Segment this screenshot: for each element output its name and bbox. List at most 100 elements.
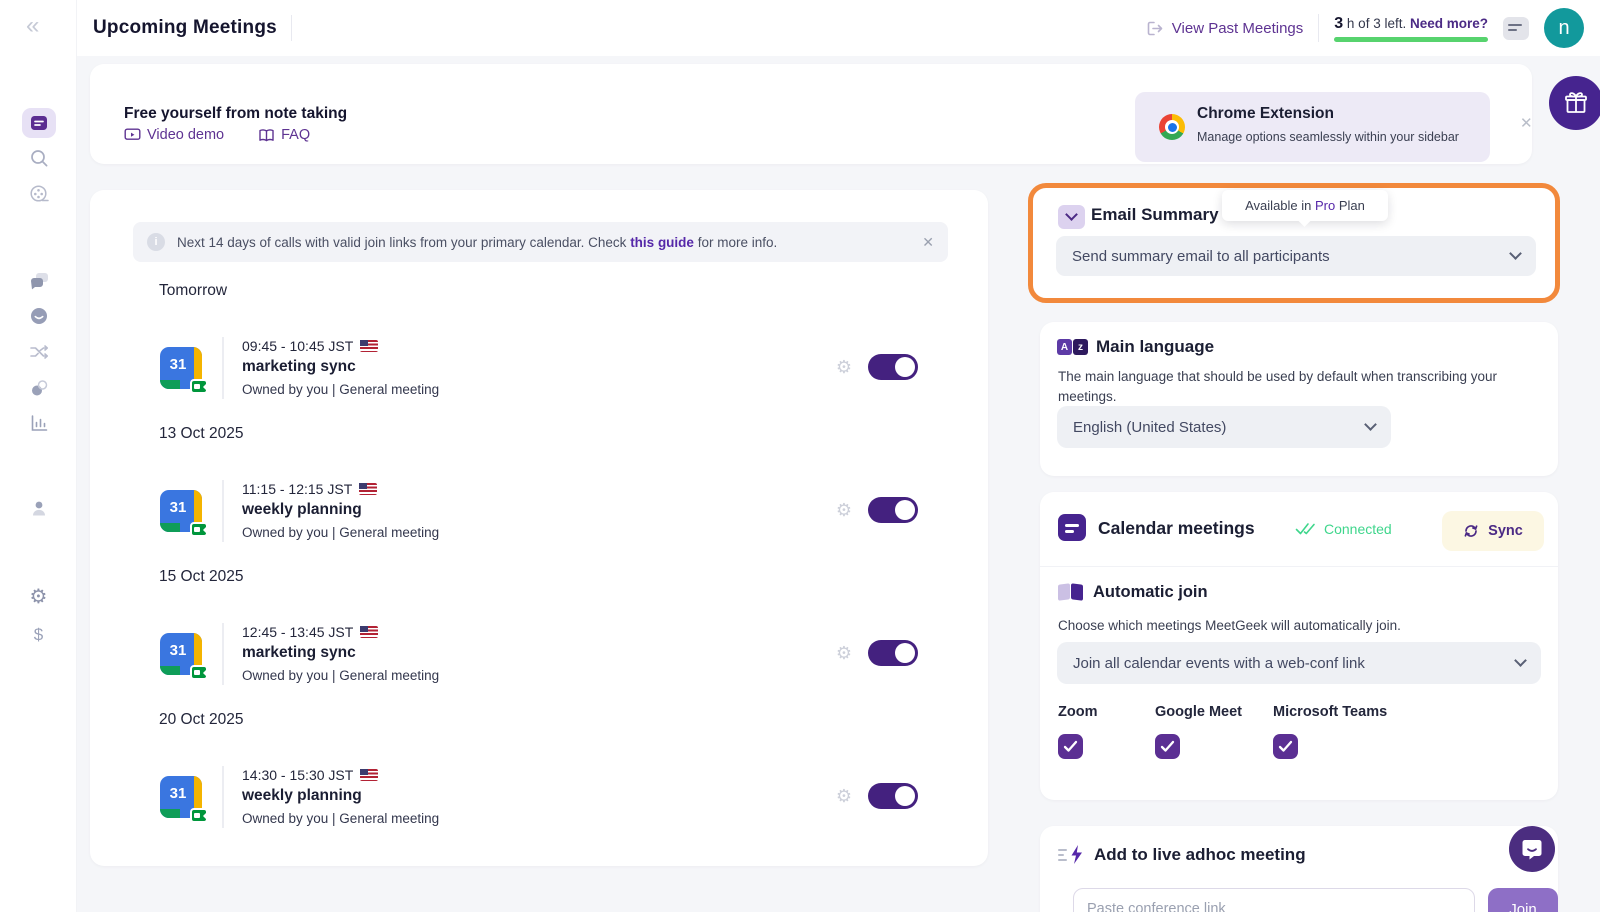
meeting-groups: Tomorrow 31 09:45 - 10:45 JST marketing …: [90, 270, 988, 828]
chat-bubbles-icon: [28, 270, 50, 292]
toggle-knob: [895, 500, 915, 520]
translate-icon: Az: [1057, 338, 1088, 356]
sidebar-item-billing[interactable]: $: [0, 625, 77, 645]
sidebar-item-search[interactable]: [0, 147, 77, 169]
meeting-settings-gear-icon[interactable]: ⚙: [836, 357, 852, 378]
sidebar-item-workflows[interactable]: [0, 341, 77, 363]
info-close-icon[interactable]: ✕: [922, 234, 934, 251]
this-guide-link[interactable]: this guide: [630, 235, 694, 250]
item-divider: [222, 480, 224, 542]
automatic-join-description: Choose which meetings MeetGeek will auto…: [1058, 616, 1538, 636]
rewards-gift-button[interactable]: [1549, 76, 1600, 130]
meeting-row[interactable]: 31 12:45 - 13:45 JST marketing sync Owne…: [160, 623, 918, 685]
record-toggle[interactable]: [868, 640, 918, 666]
main-language-card: Az Main language The main language that …: [1040, 322, 1558, 476]
record-toggle[interactable]: [868, 783, 918, 809]
support-chat-fab[interactable]: [1509, 826, 1555, 872]
sidebar-item-recordings[interactable]: [0, 183, 77, 205]
faq-link[interactable]: FAQ: [258, 127, 310, 143]
chevron-down-icon: [1514, 654, 1527, 667]
lightning-bolt-icon: [1058, 846, 1086, 865]
sidebar-item-chats[interactable]: [0, 270, 77, 292]
meeting-row[interactable]: 31 14:30 - 15:30 JST weekly planning Own…: [160, 766, 918, 828]
video-icon: [124, 128, 141, 143]
view-past-meetings-button[interactable]: View Past Meetings: [1145, 19, 1303, 38]
meeting-settings-gear-icon[interactable]: ⚙: [836, 643, 852, 664]
platform-checkbox[interactable]: [1155, 734, 1180, 759]
google-meet-icon: [190, 522, 208, 537]
sidebar-item-insights[interactable]: [0, 412, 77, 434]
sidebar: « ⚙ $: [0, 0, 77, 912]
us-flag-icon: [359, 483, 377, 495]
group-label: Tomorrow: [159, 282, 918, 300]
meeting-time: 14:30 - 15:30 JST: [242, 767, 439, 783]
need-more-link[interactable]: Need more?: [1410, 16, 1488, 31]
meeting-title: marketing sync: [242, 644, 439, 662]
email-summary-title: Email Summary: [1091, 205, 1219, 225]
meeting-title: weekly planning: [242, 501, 439, 519]
meeting-time: 12:45 - 13:45 JST: [242, 624, 439, 640]
chrome-extension-card[interactable]: Chrome Extension Manage options seamless…: [1135, 92, 1490, 162]
topbar: Upcoming Meetings View Past Meetings 3 h…: [77, 0, 1600, 56]
meeting-time-text: 09:45 - 10:45 JST: [242, 338, 353, 354]
banner-title: Free yourself from note taking: [124, 105, 347, 123]
onboarding-banner: Free yourself from note taking Video dem…: [90, 64, 1532, 164]
page-title: Upcoming Meetings: [93, 17, 277, 39]
circles-icon: [28, 377, 50, 399]
chat-bubble-icon: [1520, 837, 1544, 861]
meetings-calendar-icon: [22, 108, 56, 138]
info-text: Next 14 days of calls with valid join li…: [177, 235, 777, 250]
item-divider: [222, 623, 224, 685]
sidebar-item-team[interactable]: [0, 497, 77, 519]
toggle-knob: [895, 643, 915, 663]
exit-icon: [1145, 19, 1164, 38]
sidebar-item-settings[interactable]: ⚙: [0, 584, 77, 608]
video-demo-link[interactable]: Video demo: [124, 127, 224, 143]
conference-link-input[interactable]: [1073, 888, 1475, 912]
group-label: 20 Oct 2025: [159, 711, 918, 729]
dollar-icon: $: [34, 625, 43, 645]
sync-button[interactable]: Sync: [1442, 511, 1544, 551]
us-flag-icon: [360, 626, 378, 638]
info-icon: i: [147, 233, 165, 251]
quota-value: 3: [1334, 15, 1343, 32]
meeting-settings-gear-icon[interactable]: ⚙: [836, 500, 852, 521]
meeting-settings-gear-icon[interactable]: ⚙: [836, 786, 852, 807]
chevron-down-icon: [1509, 247, 1522, 260]
pro-plan-tooltip: Available in Pro Plan: [1222, 190, 1388, 221]
record-toggle[interactable]: [868, 497, 918, 523]
group-label: 15 Oct 2025: [159, 568, 918, 586]
bar-chart-icon: [28, 412, 50, 434]
meeting-row[interactable]: 31 09:45 - 10:45 JST marketing sync Owne…: [160, 337, 918, 399]
platform-checkbox[interactable]: [1058, 734, 1083, 759]
record-toggle[interactable]: [868, 354, 918, 380]
sidebar-item-topics[interactable]: [0, 377, 77, 399]
email-summary-dropdown[interactable]: Send summary email to all participants: [1056, 236, 1536, 276]
meeting-group: 13 Oct 2025 31 11:15 - 12:15 JST weekly …: [90, 425, 988, 542]
us-flag-icon: [360, 340, 378, 352]
sidebar-item-meetings[interactable]: [0, 108, 77, 138]
meeting-group: 15 Oct 2025 31 12:45 - 13:45 JST marketi…: [90, 568, 988, 685]
banner-close-icon[interactable]: ✕: [1520, 114, 1533, 132]
join-button[interactable]: Join: [1488, 888, 1558, 912]
meeting-time: 11:15 - 12:15 JST: [242, 481, 439, 497]
collapse-sidebar-icon[interactable]: «: [26, 14, 39, 38]
meeting-meta: Owned by you | General meeting: [242, 382, 439, 397]
platform-checkbox[interactable]: [1273, 734, 1298, 759]
meeting-row[interactable]: 31 11:15 - 12:15 JST weekly planning Own…: [160, 480, 918, 542]
topbar-divider: [1318, 14, 1319, 42]
feedback-chat-icon[interactable]: [1503, 17, 1529, 40]
meeting-meta: Owned by you | General meeting: [242, 525, 439, 540]
automatic-join-dropdown[interactable]: Join all calendar events with a web-conf…: [1057, 642, 1541, 684]
platform-label: Microsoft Teams: [1273, 704, 1387, 720]
chrome-logo-icon: [1159, 114, 1185, 140]
main-language-dropdown[interactable]: English (United States): [1057, 406, 1391, 448]
google-calendar-icon: 31: [160, 347, 202, 389]
avatar[interactable]: n: [1544, 8, 1584, 48]
chevron-down-icon: [1364, 418, 1377, 431]
sync-refresh-icon: [1463, 523, 1479, 539]
check-icon: [1278, 740, 1293, 753]
sidebar-item-sentiment[interactable]: [0, 305, 77, 327]
smiley-icon: [28, 305, 50, 327]
gift-icon: [1563, 90, 1589, 116]
